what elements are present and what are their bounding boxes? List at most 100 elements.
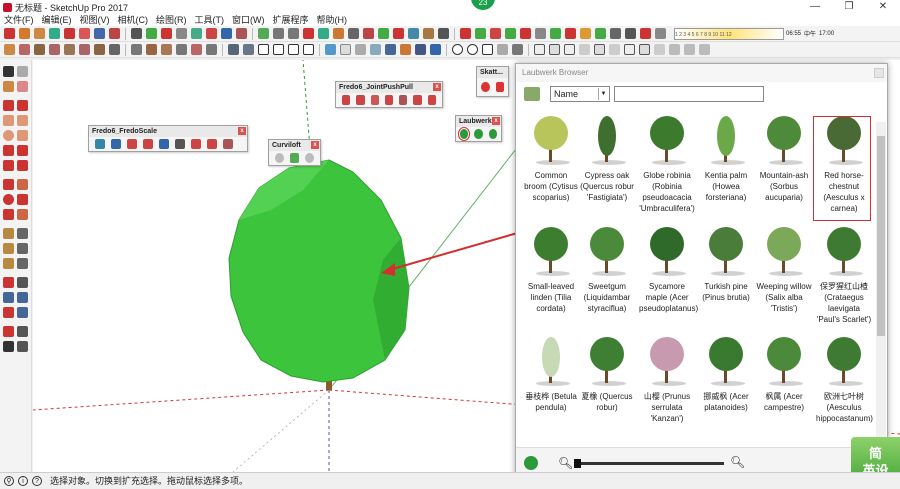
pushpull-tool-icon[interactable] [356,95,365,105]
tool-icon[interactable] [191,44,202,55]
tool-icon[interactable] [355,44,366,55]
tool-icon[interactable] [625,28,636,39]
tool-icon[interactable] [79,28,90,39]
tool-icon[interactable] [258,28,269,39]
tool-icon[interactable] [535,28,546,39]
browser-scrollbar[interactable] [876,122,886,448]
tool-icon[interactable] [639,44,650,55]
eraser-icon[interactable] [17,66,28,77]
tool-icon[interactable] [4,28,15,39]
close-icon[interactable]: x [238,127,246,135]
position-camera-icon[interactable] [3,326,14,337]
menu-edit[interactable]: 编辑(E) [38,14,76,26]
home-icon[interactable] [258,44,269,55]
zoom-out-icon[interactable]: 🔍︎ [558,456,573,470]
tool-icon[interactable] [4,44,15,55]
plant-item[interactable]: Small-leaved linden (Tilia cordata) [522,221,580,329]
scale-tool-icon[interactable] [143,139,153,149]
tool-icon[interactable] [594,44,605,55]
plant-item[interactable]: 夏橡 (Quercus robur) [578,331,636,439]
tool-icon[interactable] [64,28,75,39]
tool-icon[interactable] [490,28,501,39]
tool-icon[interactable] [318,28,329,39]
pushpull-tool-icon[interactable] [427,95,436,105]
tool-icon[interactable] [34,28,45,39]
tool-icon[interactable] [228,44,239,55]
rotate-icon[interactable] [3,194,14,205]
thumbnail-size-slider[interactable] [574,459,724,468]
tool-icon[interactable] [640,28,651,39]
plant-item[interactable]: Mountain-ash (Sorbus aucuparia) [755,110,813,218]
tool-icon[interactable] [288,28,299,39]
laubwerk-settings-icon[interactable] [488,129,497,139]
scale-tool-icon[interactable] [95,139,105,149]
plant-item[interactable]: 山樱 (Prunus serrulata 'Kanzan') [638,331,696,439]
axes-icon[interactable] [3,258,14,269]
curviloft-toolbar[interactable]: Curviloft x [268,139,321,166]
tool-icon[interactable] [408,28,419,39]
scale-tool-icon[interactable] [127,139,137,149]
pushpull-tool-icon[interactable] [342,95,351,105]
scale-tool-icon[interactable] [175,139,185,149]
menu-window[interactable]: 窗口(W) [228,14,269,26]
geo-location-icon[interactable]: ⚲ [4,475,14,486]
tool-icon[interactable] [669,44,680,55]
tool-icon[interactable] [79,44,90,55]
tool-icon[interactable] [288,44,299,55]
laubwerk-plant-icon[interactable] [474,129,483,139]
tool-icon[interactable] [520,28,531,39]
tool-icon[interactable] [609,44,620,55]
scale-icon[interactable] [3,209,14,220]
menu-draw[interactable]: 绘图(R) [152,14,191,26]
tool-icon[interactable] [236,28,247,39]
tool-icon[interactable] [348,28,359,39]
credits-icon[interactable]: i [18,475,28,486]
tool-icon[interactable] [109,28,120,39]
plant-insert-icon[interactable] [524,456,538,470]
tool-icon[interactable] [340,44,351,55]
pushpull-tool-icon[interactable] [399,95,408,105]
browser-logo-icon[interactable] [524,87,540,101]
loft-tool-icon[interactable] [305,153,314,163]
tool-icon[interactable] [161,28,172,39]
tool-icon[interactable] [333,28,344,39]
tape-measure-icon[interactable] [3,228,14,239]
tool-icon[interactable] [579,44,590,55]
plant-item[interactable]: Globe robinia (Robinia pseudoacacia 'Umb… [638,110,696,218]
tool-icon[interactable] [655,28,666,39]
tool-icon[interactable] [505,28,516,39]
text-icon[interactable] [17,243,28,254]
plant-item[interactable]: 挪威枫 (Acer platanoides) [697,331,755,439]
skatter-gear-icon[interactable] [481,82,490,92]
close-window-button[interactable]: ✕ [866,0,900,14]
tool-icon[interactable] [580,28,591,39]
plant-item[interactable]: 保罗猩红山楂 (Crataegus laevigata 'Paul's Scar… [815,221,873,329]
eraser-icon[interactable] [17,81,28,92]
menu-camera[interactable]: 相机(C) [114,14,153,26]
tool-icon[interactable] [131,28,142,39]
tool-icon[interactable] [497,44,508,55]
tool-icon[interactable] [452,44,463,55]
menu-view[interactable]: 视图(V) [76,14,114,26]
zoom-extents-icon[interactable] [3,307,14,318]
browser-close-button[interactable] [874,68,884,78]
tool-icon[interactable] [393,28,404,39]
tool-icon[interactable] [565,28,576,39]
plant-item[interactable]: Kentia palm (Howea forsteriana) [697,110,755,218]
tool-icon[interactable] [370,44,381,55]
skatter-grid-icon[interactable] [495,82,504,92]
jointpushpull-toolbar[interactable]: Fredo6_JointPushPull x [335,81,443,108]
tool-icon[interactable] [550,28,561,39]
close-icon[interactable]: x [311,141,319,149]
skatter-toolbar[interactable]: Skatt... [476,66,509,97]
look-around-icon[interactable] [17,326,28,337]
tool-icon[interactable] [49,44,60,55]
tool-icon[interactable] [221,28,232,39]
tool-icon[interactable] [475,28,486,39]
zoom-in-icon[interactable]: 🔍︎ [730,455,745,469]
tool-icon[interactable] [415,44,426,55]
tool-icon[interactable] [109,44,120,55]
section-plane-icon[interactable] [17,341,28,352]
zoom-icon[interactable] [3,292,14,303]
tool-icon[interactable] [564,44,575,55]
